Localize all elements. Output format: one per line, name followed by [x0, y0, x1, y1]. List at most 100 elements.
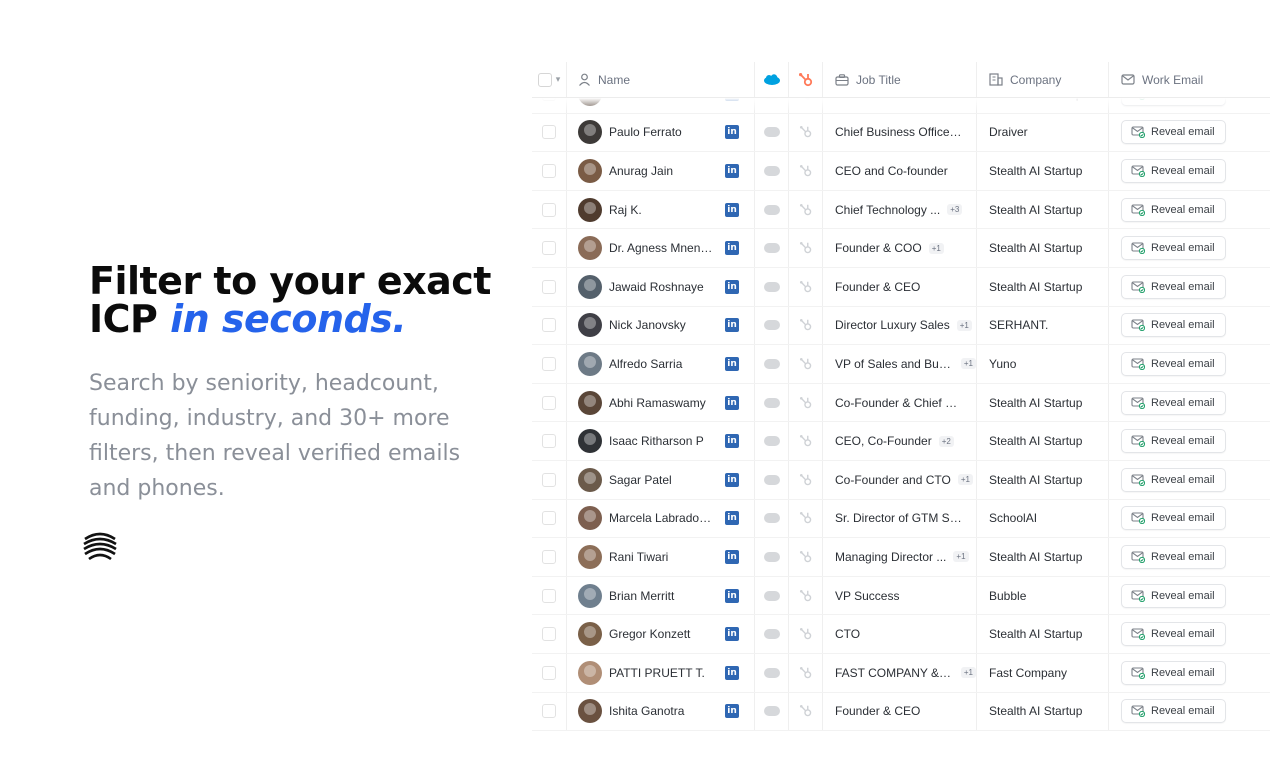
hubspot-icon[interactable]: [799, 241, 813, 255]
contact-name[interactable]: Paulo Ferrato: [609, 125, 713, 139]
table-row[interactable]: Alfredo Sarria in VP of Sales and Bus...…: [532, 345, 1270, 384]
hubspot-icon[interactable]: [799, 704, 813, 718]
hubspot-icon[interactable]: [799, 511, 813, 525]
contact-name[interactable]: PATTI PRUETT T.: [609, 666, 713, 680]
linkedin-icon[interactable]: in: [725, 356, 739, 371]
linkedin-icon[interactable]: in: [725, 665, 739, 680]
salesforce-cloud-icon[interactable]: [763, 320, 780, 331]
row-checkbox[interactable]: [542, 163, 556, 178]
contact-name[interactable]: Marcela Labrador ...: [609, 511, 713, 525]
linkedin-icon[interactable]: in: [725, 434, 739, 449]
job-count-badge[interactable]: +1: [957, 474, 973, 486]
contact-name[interactable]: Anurag Jain: [609, 164, 713, 178]
contact-name[interactable]: Brian Merritt: [609, 589, 713, 603]
hubspot-icon[interactable]: [799, 627, 813, 641]
linkedin-icon[interactable]: in: [725, 704, 739, 719]
row-checkbox[interactable]: [542, 588, 556, 603]
table-row[interactable]: Marcela Labrador ... in Sr. Director of …: [532, 499, 1270, 539]
reveal-email-button[interactable]: Reveal email: [1121, 197, 1226, 222]
contact-name[interactable]: Dr. Agness Mnena ...: [609, 241, 713, 255]
column-salesforce[interactable]: [755, 62, 789, 97]
hubspot-icon[interactable]: [799, 280, 813, 294]
contact-name[interactable]: Jawaid Roshnaye: [609, 280, 713, 294]
contact-name[interactable]: Abhi Ramaswamy: [609, 396, 713, 410]
reveal-email-button[interactable]: Reveal email: [1121, 236, 1226, 261]
reveal-email-button[interactable]: Reveal email: [1121, 660, 1226, 685]
contact-name[interactable]: Sagar Patel: [609, 473, 713, 487]
hubspot-icon[interactable]: [799, 396, 813, 410]
salesforce-cloud-icon[interactable]: [763, 551, 780, 562]
row-checkbox[interactable]: [542, 279, 556, 294]
salesforce-cloud-icon[interactable]: [763, 436, 780, 447]
select-all-checkbox[interactable]: [537, 72, 552, 87]
table-row[interactable]: Anurag Jain in CEO and Co-founder Stealt…: [532, 152, 1270, 191]
table-row[interactable]: Rani Tiwari in Managing Director ... +1 …: [532, 538, 1270, 577]
row-checkbox[interactable]: [542, 125, 556, 140]
salesforce-cloud-icon[interactable]: [763, 474, 780, 485]
table-row[interactable]: Ishita Ganotra in Founder & CEO Stealth …: [532, 692, 1270, 732]
table-row[interactable]: Jawaid Roshnaye in Founder & CEO Stealth…: [532, 267, 1270, 307]
reveal-email-button[interactable]: Reveal email: [1121, 622, 1226, 647]
linkedin-icon[interactable]: in: [725, 472, 739, 487]
row-checkbox[interactable]: [542, 395, 556, 410]
table-row[interactable]: Nick Janovsky in Director Luxury Sales +…: [532, 306, 1270, 346]
hubspot-icon[interactable]: [799, 318, 813, 332]
row-checkbox[interactable]: [542, 241, 556, 256]
job-count-badge[interactable]: +1: [953, 551, 969, 563]
hubspot-icon[interactable]: [799, 125, 813, 139]
reveal-email-button[interactable]: Reveal email: [1121, 351, 1226, 376]
linkedin-icon[interactable]: in: [725, 627, 739, 642]
job-count-badge[interactable]: +3: [947, 204, 963, 216]
job-count-badge[interactable]: +1: [960, 358, 976, 370]
linkedin-icon[interactable]: in: [725, 125, 739, 140]
table-row[interactable]: Gregor Konzett in CTO Stealth AI Startup…: [532, 615, 1270, 654]
hubspot-icon[interactable]: [799, 589, 813, 603]
row-checkbox[interactable]: [542, 627, 556, 642]
job-count-badge[interactable]: +2: [938, 435, 954, 447]
hubspot-icon[interactable]: [799, 357, 813, 371]
salesforce-cloud-icon[interactable]: [763, 243, 780, 254]
salesforce-cloud-icon[interactable]: [763, 204, 780, 215]
reveal-email-button[interactable]: Reveal email: [1121, 699, 1226, 724]
linkedin-icon[interactable]: in: [725, 549, 739, 564]
salesforce-cloud-icon[interactable]: [763, 590, 780, 601]
linkedin-icon[interactable]: in: [725, 202, 739, 217]
column-name[interactable]: Name: [567, 62, 755, 97]
contact-name[interactable]: Rani Tiwari: [609, 550, 713, 564]
row-checkbox[interactable]: [542, 704, 556, 719]
reveal-email-button[interactable]: Reveal email: [1121, 120, 1226, 145]
salesforce-cloud-icon[interactable]: [763, 706, 780, 717]
table-row[interactable]: Sagar Patel in Co-Founder and CTO +1 Ste…: [532, 460, 1270, 500]
job-count-badge[interactable]: +1: [960, 667, 976, 679]
contact-name[interactable]: Alfredo Sarria: [609, 357, 713, 371]
linkedin-icon[interactable]: in: [725, 395, 739, 410]
salesforce-cloud-icon[interactable]: [763, 397, 780, 408]
column-work-email[interactable]: Work Email: [1109, 62, 1270, 97]
salesforce-cloud-icon[interactable]: [763, 629, 780, 640]
linkedin-icon[interactable]: in: [725, 241, 739, 256]
reveal-email-button[interactable]: Reveal email: [1121, 313, 1226, 338]
hubspot-icon[interactable]: [799, 164, 813, 178]
reveal-email-button[interactable]: Reveal email: [1121, 158, 1226, 183]
salesforce-cloud-icon[interactable]: [763, 667, 780, 678]
reveal-email-button[interactable]: Reveal email: [1121, 429, 1226, 454]
column-company[interactable]: Company: [977, 62, 1109, 97]
row-checkbox[interactable]: [542, 202, 556, 217]
hubspot-icon[interactable]: [799, 203, 813, 217]
row-checkbox[interactable]: [542, 318, 556, 333]
contact-name[interactable]: Ishita Ganotra: [609, 704, 713, 718]
salesforce-cloud-icon[interactable]: [763, 127, 780, 138]
table-row[interactable]: Paulo Ferrato in Chief Business Officer …: [532, 113, 1270, 153]
table-row[interactable]: Brian Merritt in VP Success Bubble Revea…: [532, 576, 1270, 616]
row-checkbox[interactable]: [542, 434, 556, 449]
table-row[interactable]: PATTI PRUETT T. in FAST COMPANY & I... +…: [532, 653, 1270, 693]
row-checkbox[interactable]: [542, 511, 556, 526]
row-checkbox[interactable]: [542, 472, 556, 487]
salesforce-cloud-icon[interactable]: [763, 358, 780, 369]
table-row[interactable]: Raj K. in Chief Technology ... +3 Stealt…: [532, 190, 1270, 230]
row-checkbox[interactable]: [542, 356, 556, 371]
contact-name[interactable]: Gregor Konzett: [609, 627, 713, 641]
salesforce-cloud-icon[interactable]: [763, 165, 780, 176]
linkedin-icon[interactable]: in: [725, 318, 739, 333]
chevron-down-icon[interactable]: ▾: [556, 74, 561, 85]
